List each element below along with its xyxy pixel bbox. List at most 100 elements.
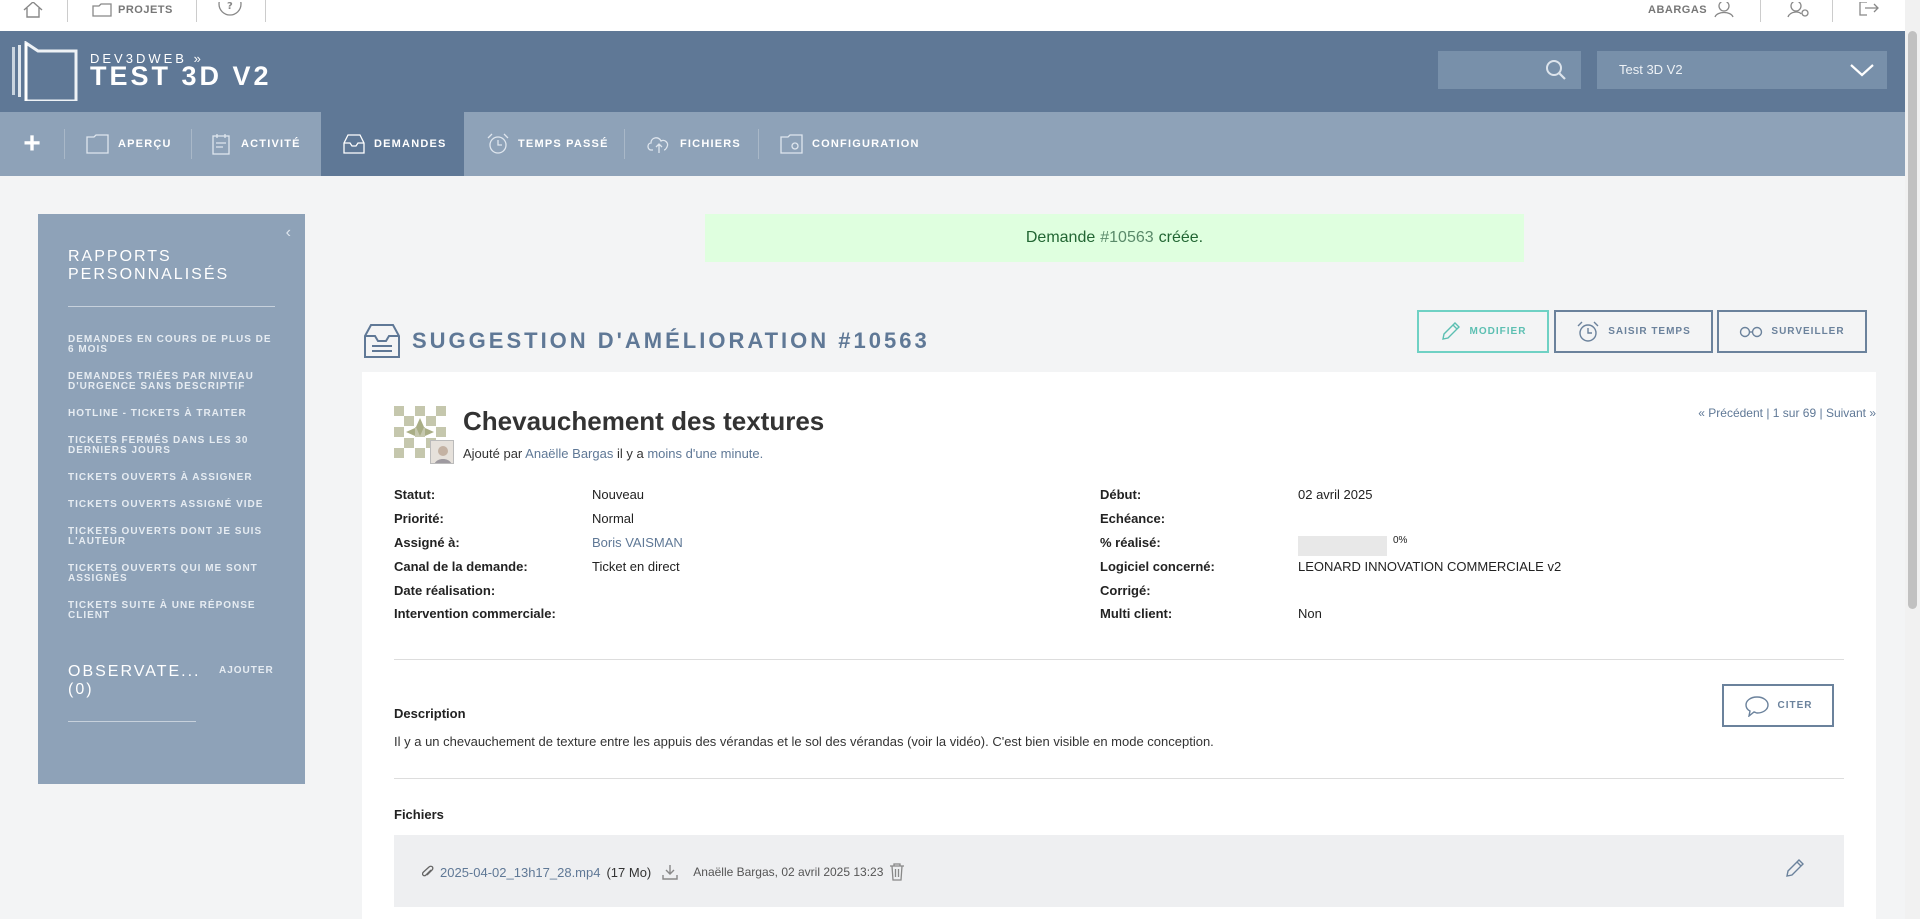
sidebar-query-link[interactable]: TICKETS OUVERTS DONT JE SUIS L'AUTEUR: [68, 527, 278, 547]
glasses-icon: [1740, 326, 1763, 337]
attachments-box: 2025-04-02_13h17_28.mp4 (17 Mo) Anaëlle …: [394, 835, 1844, 907]
divider: [1760, 0, 1761, 22]
project-title: TEST 3D V2: [90, 61, 272, 91]
done-ratio-label: % réalisé:: [1100, 535, 1161, 550]
project-header: DEV3DWEB » TEST 3D V2 Test 3D V2: [0, 31, 1905, 112]
progress-bar: [1298, 536, 1387, 556]
issue-pagination: « Précédent | 1 sur 69 | Suivant »: [1698, 406, 1876, 420]
tab-activity[interactable]: ACTIVITÉ: [211, 112, 301, 176]
add-watcher-link[interactable]: AJOUTER: [219, 665, 274, 676]
quote-button[interactable]: CITER: [1722, 684, 1834, 727]
sidebar-query-link[interactable]: HOTLINE - TICKETS À TRAITER: [68, 409, 278, 419]
issue-heading-text: SUGGESTION D'AMÉLIORATION #10563: [412, 328, 930, 353]
issue-position-link[interactable]: 1 sur 69: [1773, 406, 1816, 420]
home-link[interactable]: [22, 0, 44, 20]
log-time-label: SAISIR TEMPS: [1608, 326, 1691, 337]
home-icon: [23, 2, 43, 18]
sidebar-collapse-icon[interactable]: ‹: [286, 224, 291, 242]
divider: [68, 306, 275, 307]
multi-client-value: Non: [1298, 606, 1322, 621]
activity-icon: [212, 134, 230, 155]
project-jump-select[interactable]: Test 3D V2: [1597, 51, 1887, 89]
multi-client-label: Multi client:: [1100, 606, 1173, 621]
projects-link[interactable]: PROJETS: [92, 0, 173, 20]
svg-text:?: ?: [227, 2, 233, 12]
sidebar-query-link[interactable]: TICKETS OUVERTS QUI ME SONT ASSIGNÉS: [68, 564, 278, 584]
tab-time-entries[interactable]: TEMPS PASSÉ: [486, 112, 609, 176]
attachment-size: (17 Mo): [606, 864, 652, 880]
search-icon[interactable]: [1545, 59, 1567, 81]
assignee-link[interactable]: Boris VAISMAN: [592, 535, 683, 550]
user-menu[interactable]: ABARGAS: [1648, 0, 1735, 20]
sidebar-query-link[interactable]: TICKETS FERMÉS DANS LES 30 DERNIERS JOUR…: [68, 436, 278, 456]
tab-label: TEMPS PASSÉ: [518, 138, 609, 150]
priority-label: Priorité:: [394, 511, 444, 526]
divider: [1832, 0, 1833, 22]
logout-link[interactable]: [1858, 0, 1880, 20]
project-select-value: Test 3D V2: [1619, 62, 1683, 77]
sidebar-query-link[interactable]: DEMANDES EN COURS DE PLUS DE 6 MOIS: [68, 335, 278, 355]
alarm-icon: [487, 133, 509, 154]
inbox-icon: [364, 324, 400, 358]
author-link[interactable]: Anaëlle Bargas: [525, 446, 613, 461]
sidebar-query-link[interactable]: TICKETS SUITE À UNE RÉPONSE CLIENT: [68, 601, 278, 621]
files-title: Fichiers: [394, 807, 444, 822]
assignee-label: Assigné à:: [394, 535, 460, 550]
attachment-link[interactable]: 2025-04-02_13h17_28.mp4: [440, 865, 600, 880]
divider: [394, 659, 1844, 660]
author-avatar: [430, 440, 454, 464]
download-icon[interactable]: [661, 864, 679, 880]
quote-label: CITER: [1777, 700, 1813, 711]
main-menu: + APERÇU ACTIVITÉ DEMANDES TEMPS PASSÉ F…: [0, 112, 1905, 176]
issue-author-line: Ajouté par Anaëlle Bargas il y a moins d…: [463, 446, 763, 461]
folder-icon: [86, 134, 109, 154]
admin-link[interactable]: [1787, 0, 1811, 20]
added-by-label: Ajouté par: [463, 446, 523, 461]
tab-label: FICHIERS: [680, 138, 741, 150]
flash-issue-link[interactable]: #10563: [1100, 229, 1153, 247]
divider: [196, 0, 197, 22]
divider: [758, 129, 759, 159]
sidebar: ‹ RAPPORTS PERSONNALISÉS DEMANDES EN COU…: [38, 214, 305, 784]
commercial-intervention-label: Intervention commerciale:: [394, 606, 556, 621]
projects-icon: [92, 3, 112, 17]
logo-icon: [12, 41, 78, 101]
search-input[interactable]: [1438, 51, 1581, 89]
new-object-button[interactable]: +: [0, 112, 64, 176]
tab-label: ACTIVITÉ: [241, 138, 301, 150]
sidebar-query-link[interactable]: TICKETS OUVERTS ASSIGNÉ VIDE: [68, 500, 278, 510]
trash-icon[interactable]: [889, 863, 905, 881]
issue-subject: Chevauchement des textures: [463, 406, 825, 436]
attachment-row: 2025-04-02_13h17_28.mp4 (17 Mo) Anaëlle …: [422, 863, 905, 881]
help-link[interactable]: ?: [218, 0, 242, 20]
divider: [67, 0, 68, 22]
tab-label: DEMANDES: [374, 138, 447, 150]
issue-description: Il y a un chevauchement de texture entre…: [394, 734, 1214, 749]
completion-date-label: Date réalisation:: [394, 583, 496, 598]
watch-button[interactable]: SURVEILLER: [1717, 310, 1867, 353]
status-label: Statut:: [394, 487, 436, 502]
next-issue-link[interactable]: Suivant »: [1826, 406, 1876, 420]
alarm-icon: [1577, 321, 1599, 342]
divider: [68, 721, 196, 722]
scrollbar-thumb[interactable]: [1908, 31, 1917, 609]
channel-label: Canal de la demande:: [394, 559, 528, 574]
sidebar-query-link[interactable]: TICKETS OUVERTS À ASSIGNER: [68, 473, 278, 483]
sidebar-query-link[interactable]: DEMANDES TRIÉES PAR NIVEAU D'URGENCE SAN…: [68, 372, 278, 392]
tab-issues[interactable]: DEMANDES: [321, 112, 464, 176]
activity-link[interactable]: moins d'une minute.: [647, 446, 763, 461]
issue-heading: SUGGESTION D'AMÉLIORATION #10563: [362, 322, 930, 360]
tab-label: APERÇU: [118, 138, 172, 150]
tab-files[interactable]: FICHIERS: [646, 112, 741, 176]
inbox-icon: [343, 134, 365, 154]
tab-overview[interactable]: APERÇU: [86, 112, 172, 176]
user-icon: [1714, 2, 1734, 18]
divider: [624, 129, 625, 159]
previous-issue-link[interactable]: « Précédent: [1698, 406, 1763, 420]
speech-bubble-icon: [1744, 695, 1769, 717]
pencil-icon[interactable]: [1784, 859, 1806, 879]
edit-button[interactable]: MODIFIER: [1417, 310, 1549, 353]
tab-settings[interactable]: CONFIGURATION: [780, 112, 920, 176]
divider: [265, 0, 266, 22]
log-time-button[interactable]: SAISIR TEMPS: [1554, 310, 1713, 353]
